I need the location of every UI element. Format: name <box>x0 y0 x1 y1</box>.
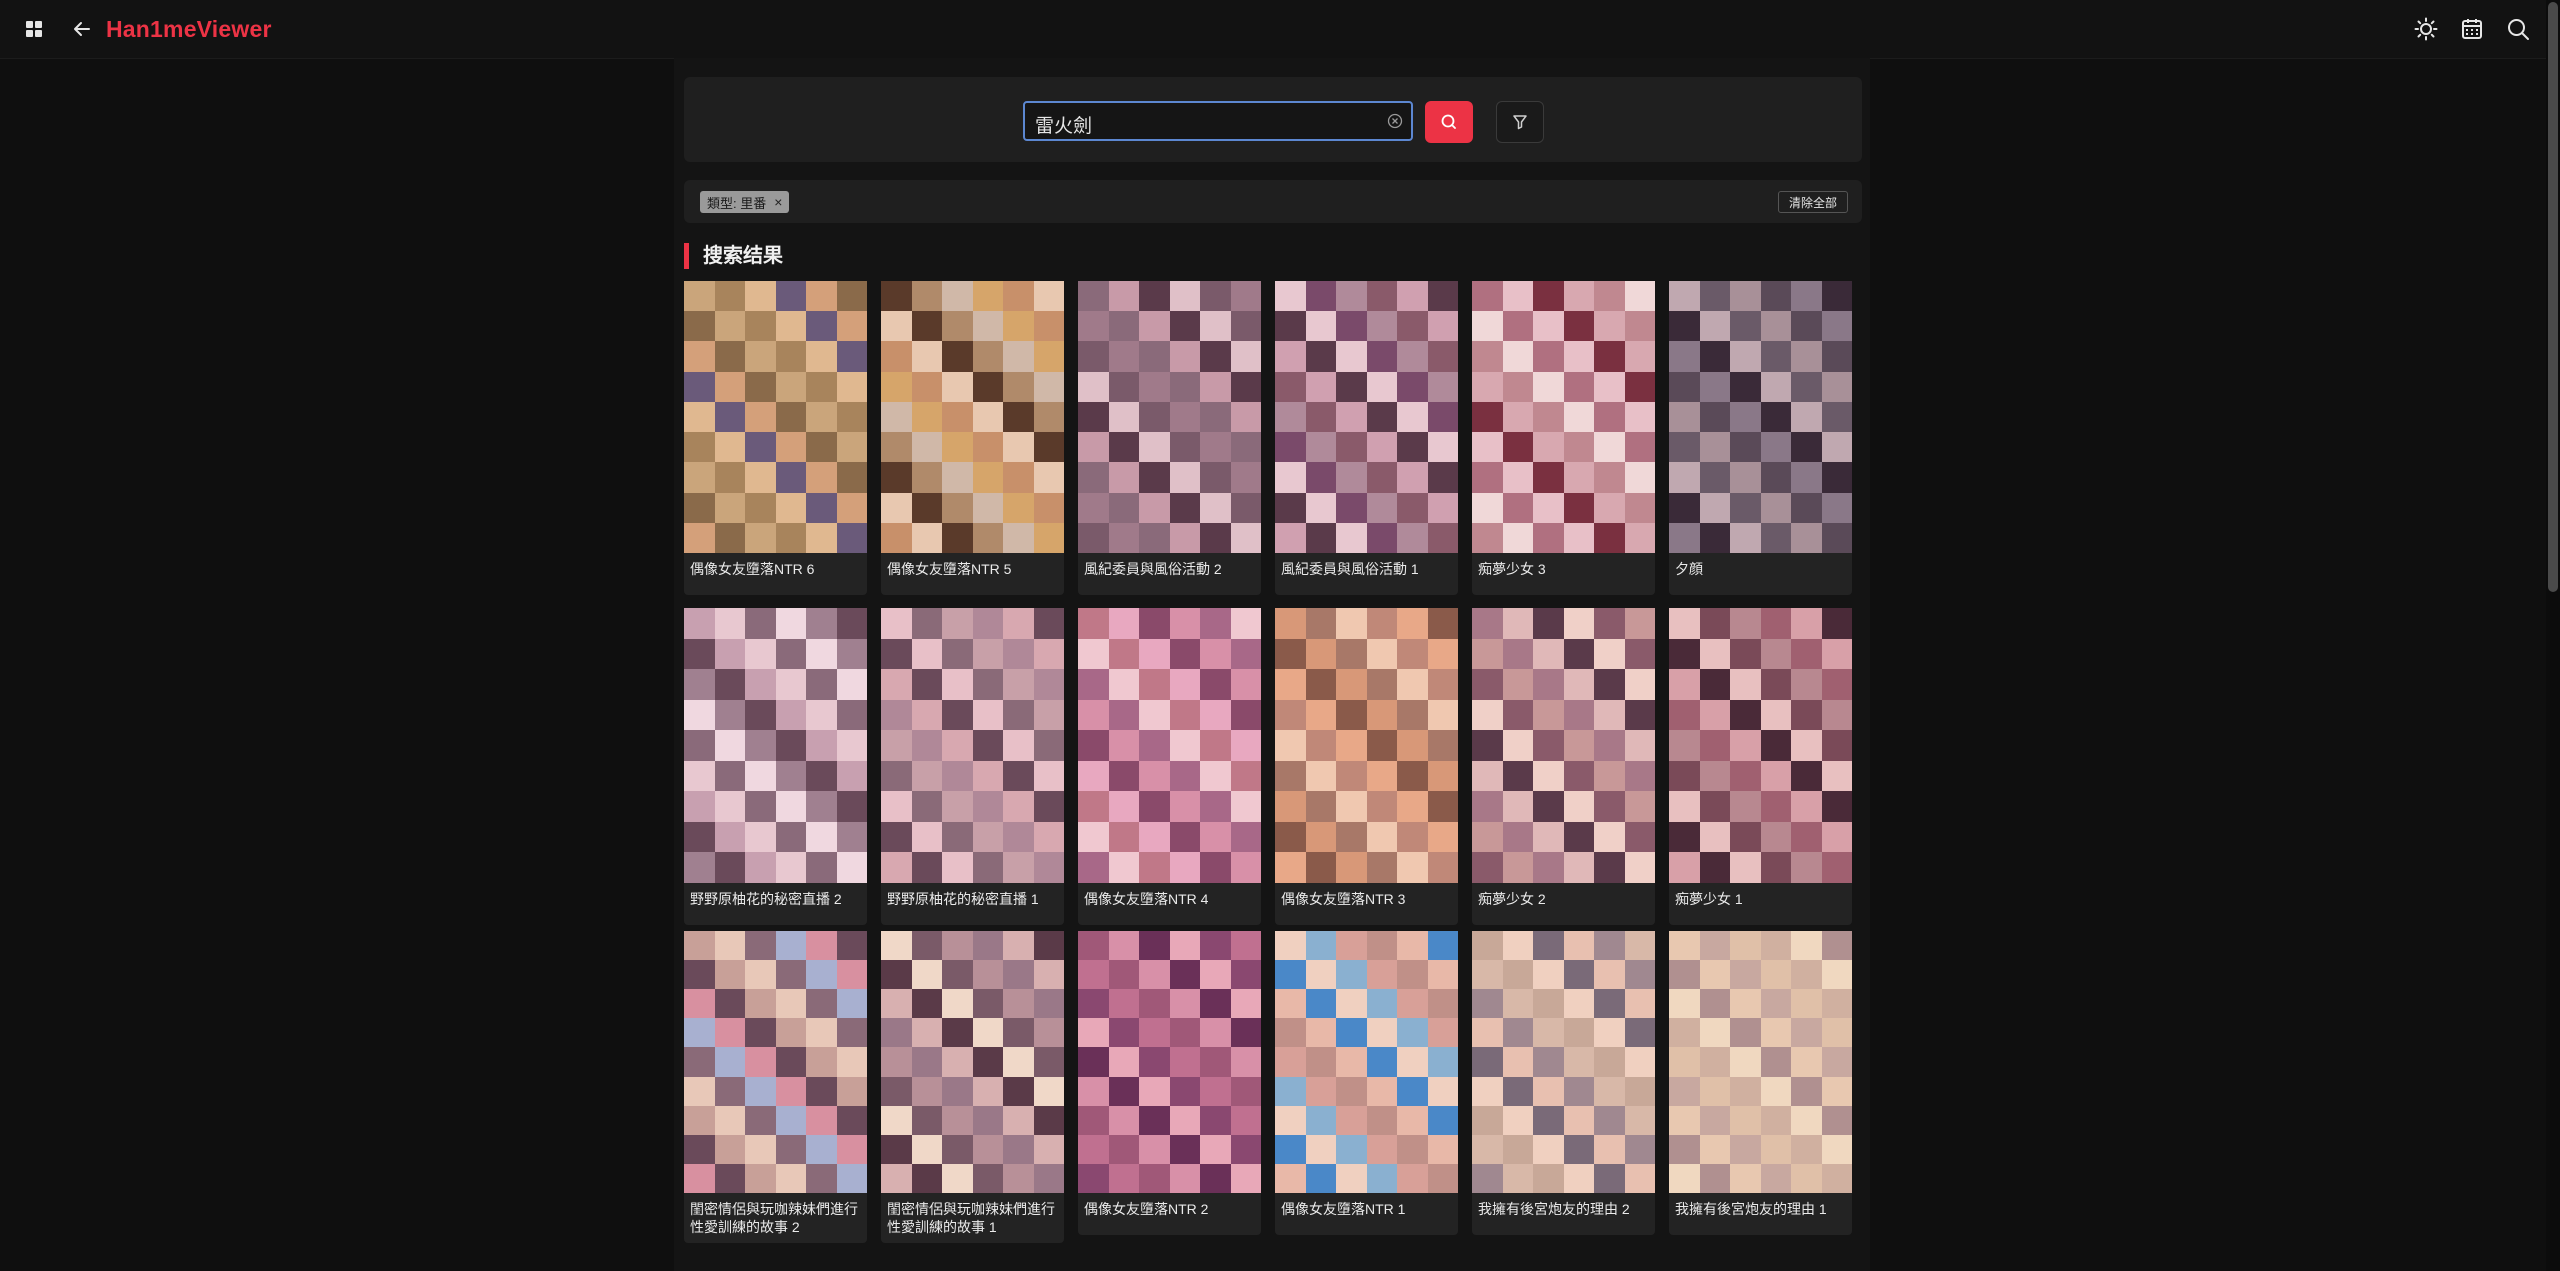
search-icon[interactable] <box>2506 17 2530 41</box>
result-title: 風紀委員與風俗活動 1 <box>1275 553 1458 595</box>
thumbnail-image <box>1472 931 1655 1193</box>
result-title: 偶像女友墮落NTR 6 <box>684 553 867 595</box>
result-title: 痴夢少女 2 <box>1472 883 1655 925</box>
filter-button[interactable] <box>1496 101 1544 143</box>
result-title: 偶像女友墮落NTR 1 <box>1275 1193 1458 1235</box>
calendar-icon[interactable] <box>2460 17 2484 41</box>
top-app-bar: Han1meViewer <box>0 0 2560 59</box>
thumbnail-image <box>684 608 867 883</box>
thumbnail-image <box>1472 281 1655 553</box>
filter-tag[interactable]: 類型: 里番 × <box>700 191 790 213</box>
search-button[interactable] <box>1425 101 1473 143</box>
clear-all-button[interactable]: 清除全部 <box>1777 191 1848 213</box>
result-title: 痴夢少女 3 <box>1472 553 1655 595</box>
result-title: 我擁有後宮炮友的理由 1 <box>1669 1193 1852 1235</box>
thumbnail-image <box>684 931 867 1193</box>
back-arrow-icon[interactable] <box>70 17 94 41</box>
search-panel: 雷火劍 <box>684 77 1862 162</box>
result-title: 偶像女友墮落NTR 3 <box>1275 883 1458 925</box>
result-title: 夕顔 <box>1669 553 1852 595</box>
result-title: 閨密情侶與玩咖辣妹們進行性愛訓練的故事 1 <box>881 1193 1064 1243</box>
result-title: 偶像女友墮落NTR 2 <box>1078 1193 1261 1235</box>
thumbnail-image <box>1078 931 1261 1193</box>
search-query: 雷火劍 <box>1035 116 1093 137</box>
main-content: 雷火劍 類型: 里番 × 清除全部 搜索结果 偶像女友墮落NTR 6 偶像女友墮落… <box>674 58 1870 1271</box>
thumbnail-image <box>881 281 1064 553</box>
result-title: 痴夢少女 1 <box>1669 883 1852 925</box>
thumbnail-image <box>1078 608 1261 883</box>
thumbnail-image <box>1078 281 1261 553</box>
scrollbar-thumb[interactable] <box>2548 2 2558 592</box>
thumbnail-image <box>1472 608 1655 883</box>
scrollbar[interactable] <box>2546 0 2560 1271</box>
thumbnail-image <box>1275 608 1458 883</box>
filter-tag-label: 類型: 里番 <box>707 195 767 211</box>
result-title: 閨密情侶與玩咖辣妹們進行性愛訓練的故事 2 <box>684 1193 867 1243</box>
results-grid: 偶像女友墮落NTR 6 偶像女友墮落NTR 5 風紀委員與風俗活動 2 風紀委員與風俗… <box>684 281 1864 1271</box>
active-filters-bar: 類型: 里番 × 清除全部 <box>684 180 1862 223</box>
result-title: 野野原柚花的秘密直播 2 <box>684 883 867 925</box>
remove-tag-icon[interactable]: × <box>774 194 782 210</box>
thumbnail-image <box>1275 931 1458 1193</box>
thumbnail-image <box>684 281 867 553</box>
result-title: 風紀委員與風俗活動 2 <box>1078 553 1261 595</box>
section-title: 搜索结果 <box>684 243 783 269</box>
thumbnail-image <box>881 931 1064 1193</box>
grid-icon[interactable] <box>22 17 46 41</box>
thumbnail-image <box>1669 281 1852 553</box>
result-title: 野野原柚花的秘密直播 1 <box>881 883 1064 925</box>
search-input[interactable]: 雷火劍 <box>1023 101 1413 141</box>
clear-icon[interactable] <box>1387 113 1403 129</box>
thumbnail-image <box>1669 608 1852 883</box>
app-title: Han1meViewer <box>106 15 272 42</box>
result-title: 偶像女友墮落NTR 5 <box>881 553 1064 595</box>
result-title: 我擁有後宮炮友的理由 2 <box>1472 1193 1655 1235</box>
thumbnail-image <box>1275 281 1458 553</box>
sun-icon[interactable] <box>2414 17 2438 41</box>
thumbnail-image <box>1669 931 1852 1193</box>
thumbnail-image <box>881 608 1064 883</box>
result-title: 偶像女友墮落NTR 4 <box>1078 883 1261 925</box>
